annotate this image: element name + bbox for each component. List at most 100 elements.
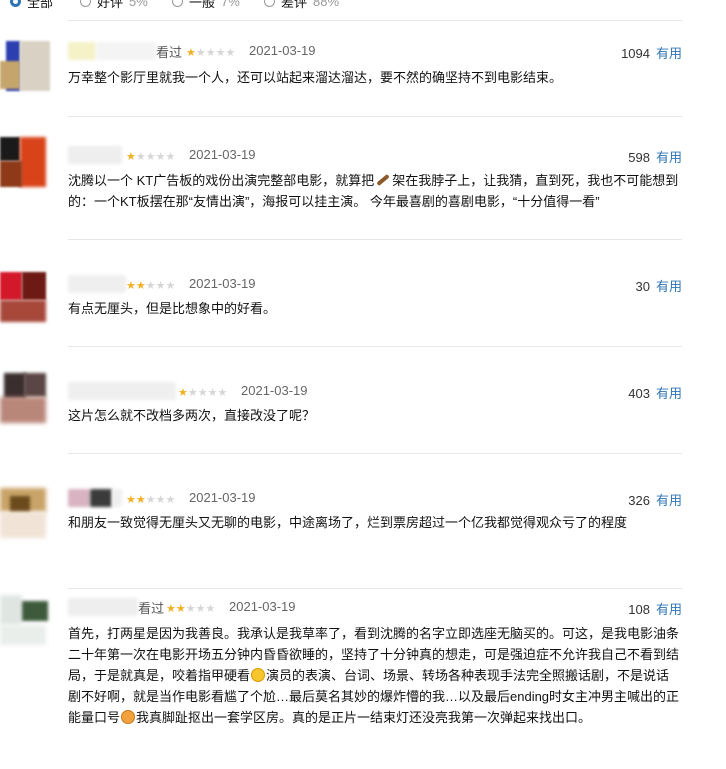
vote-count: 598 xyxy=(628,150,650,165)
vote-area: 30 有用 xyxy=(636,276,682,295)
review-text: 沈腾以一个 KT广告板的戏份出演完整部电影，就算把 架在我脖子上，让我猜，直到死，… xyxy=(68,170,682,212)
star-icon: ★ xyxy=(155,151,166,163)
avatar[interactable] xyxy=(0,373,50,423)
star-rating: ★★★★★ xyxy=(126,277,176,292)
avatar[interactable] xyxy=(0,272,50,322)
review-date: 2021-03-19 xyxy=(241,383,308,398)
filter-positive[interactable]: 好评 5% xyxy=(80,0,148,11)
filter-all[interactable]: 全部 xyxy=(10,0,53,11)
radio-icon[interactable] xyxy=(10,0,21,7)
star-rating: ★★★★★ xyxy=(126,148,176,163)
avatar[interactable] xyxy=(0,41,50,91)
star-icon: ★ xyxy=(145,280,156,292)
radio-icon[interactable] xyxy=(264,0,275,7)
avatar[interactable] xyxy=(0,595,50,645)
star-icon: ★ xyxy=(135,151,146,163)
review-item: ★★★★★ 2021-03-19 326 有用 和朋友一致觉得无厘头又无聊的电影，… xyxy=(0,453,682,588)
review-item: ★★★★★ 2021-03-19 598 有用 沈腾以一个 KT广告板的戏份出演完… xyxy=(0,116,682,239)
review-header: ★★★★★ 2021-03-19 598 有用 xyxy=(68,145,682,165)
star-icon: ★ xyxy=(195,603,206,615)
useful-button[interactable]: 有用 xyxy=(656,602,682,617)
username[interactable] xyxy=(68,145,122,165)
filter-percent: 5% xyxy=(129,0,148,9)
star-icon: ★ xyxy=(165,494,176,506)
review-text-part: 我真脚趾抠出一套学区房。真的是正片一结束灯还没亮我第一次弹起来找出口。 xyxy=(136,710,592,725)
star-icon: ★ xyxy=(135,494,146,506)
filter-neutral[interactable]: 一般 7% xyxy=(172,0,240,11)
star-icon: ★ xyxy=(155,280,166,292)
star-icon: ★ xyxy=(197,387,208,399)
review-item: ★★★★★ 2021-03-19 30 有用 有点无厘头，但是比想象中的好看。 xyxy=(0,239,682,346)
star-icon: ★ xyxy=(215,47,226,59)
review-date: 2021-03-19 xyxy=(189,147,256,162)
username[interactable]: 看过 xyxy=(68,41,182,61)
star-rating: ★★★★★ xyxy=(166,600,216,615)
star-icon: ★ xyxy=(178,387,188,399)
star-icon: ★ xyxy=(165,280,176,292)
useful-button[interactable]: 有用 xyxy=(656,386,682,401)
review-date: 2021-03-19 xyxy=(189,276,256,291)
vote-area: 326 有用 xyxy=(628,490,682,509)
useful-button[interactable]: 有用 xyxy=(656,150,682,165)
star-icon: ★ xyxy=(135,280,146,292)
star-icon: ★ xyxy=(195,47,206,59)
username[interactable] xyxy=(68,381,176,401)
vote-area: 1094 有用 xyxy=(621,43,682,62)
useful-button[interactable]: 有用 xyxy=(656,46,682,61)
star-icon: ★ xyxy=(145,494,156,506)
star-icon: ★ xyxy=(187,387,198,399)
review-header: 看过 ★★★★★ 2021-03-19 108 有用 xyxy=(68,597,682,617)
star-icon: ★ xyxy=(186,47,196,59)
watched-status: 看过 xyxy=(138,600,165,616)
star-icon: ★ xyxy=(175,603,186,615)
star-icon: ★ xyxy=(207,387,218,399)
review-text-part: 沈腾以一个 KT广告板的戏份出演完整部电影，就算把 xyxy=(68,173,375,188)
filter-label: 全部 xyxy=(27,0,54,10)
avatar[interactable] xyxy=(0,488,50,538)
watched-status: 看过 xyxy=(156,44,183,60)
review-list: 看过 ★★★★★ 2021-03-19 1094 有用 万幸整个影厅里就我一个人，… xyxy=(0,20,726,769)
vote-count: 1094 xyxy=(621,46,650,61)
username[interactable]: 看过 xyxy=(68,597,164,617)
filter-percent: 88% xyxy=(313,0,340,9)
star-icon: ★ xyxy=(126,494,136,506)
star-icon: ★ xyxy=(155,494,166,506)
review-text: 万幸整个影厅里就我一个人，还可以站起来溜达溜达，要不然的确坚持不到电影结束。 xyxy=(68,70,563,85)
vote-area: 403 有用 xyxy=(628,383,682,402)
review-header: 看过 ★★★★★ 2021-03-19 1094 有用 xyxy=(68,41,682,61)
star-icon: ★ xyxy=(145,151,156,163)
review-header: ★★★★★ 2021-03-19 30 有用 xyxy=(68,274,682,294)
vote-area: 108 有用 xyxy=(628,599,682,618)
review-header: ★★★★★ 2021-03-19 326 有用 xyxy=(68,488,682,508)
star-rating: ★★★★★ xyxy=(126,491,176,506)
star-icon: ★ xyxy=(165,151,176,163)
review-text: 首先，打两星是因为我善良。我承认是我草率了，看到沈腾的名字立即选座无脑买的。可这… xyxy=(68,623,682,728)
vote-count: 30 xyxy=(635,279,650,294)
review-date: 2021-03-19 xyxy=(229,599,296,614)
vote-count: 108 xyxy=(628,602,650,617)
username[interactable] xyxy=(68,488,122,508)
star-icon: ★ xyxy=(225,47,236,59)
star-rating: ★★★★★ xyxy=(186,44,236,59)
review-text: 有点无厘头，但是比想象中的好看。 xyxy=(68,301,277,316)
useful-button[interactable]: 有用 xyxy=(656,493,682,508)
vote-count: 403 xyxy=(628,386,650,401)
knife-icon xyxy=(376,173,390,187)
review-header: ★★★★★ 2021-03-19 403 有用 xyxy=(68,381,682,401)
filter-label: 差评 xyxy=(281,0,308,10)
radio-icon[interactable] xyxy=(172,0,183,7)
review-date: 2021-03-19 xyxy=(249,43,316,58)
radio-icon[interactable] xyxy=(80,0,91,7)
star-icon: ★ xyxy=(205,47,216,59)
filter-percent: 7% xyxy=(221,0,240,9)
useful-button[interactable]: 有用 xyxy=(656,279,682,294)
avatar[interactable] xyxy=(0,137,50,187)
filter-negative[interactable]: 差评 88% xyxy=(264,0,339,11)
star-icon: ★ xyxy=(205,603,216,615)
star-icon: ★ xyxy=(126,280,136,292)
review-item: 看过 ★★★★★ 2021-03-19 1094 有用 万幸整个影厅里就我一个人，… xyxy=(0,20,682,116)
review-date: 2021-03-19 xyxy=(189,490,256,505)
star-icon: ★ xyxy=(126,151,136,163)
username[interactable] xyxy=(68,274,126,294)
star-rating: ★★★★★ xyxy=(178,384,227,399)
